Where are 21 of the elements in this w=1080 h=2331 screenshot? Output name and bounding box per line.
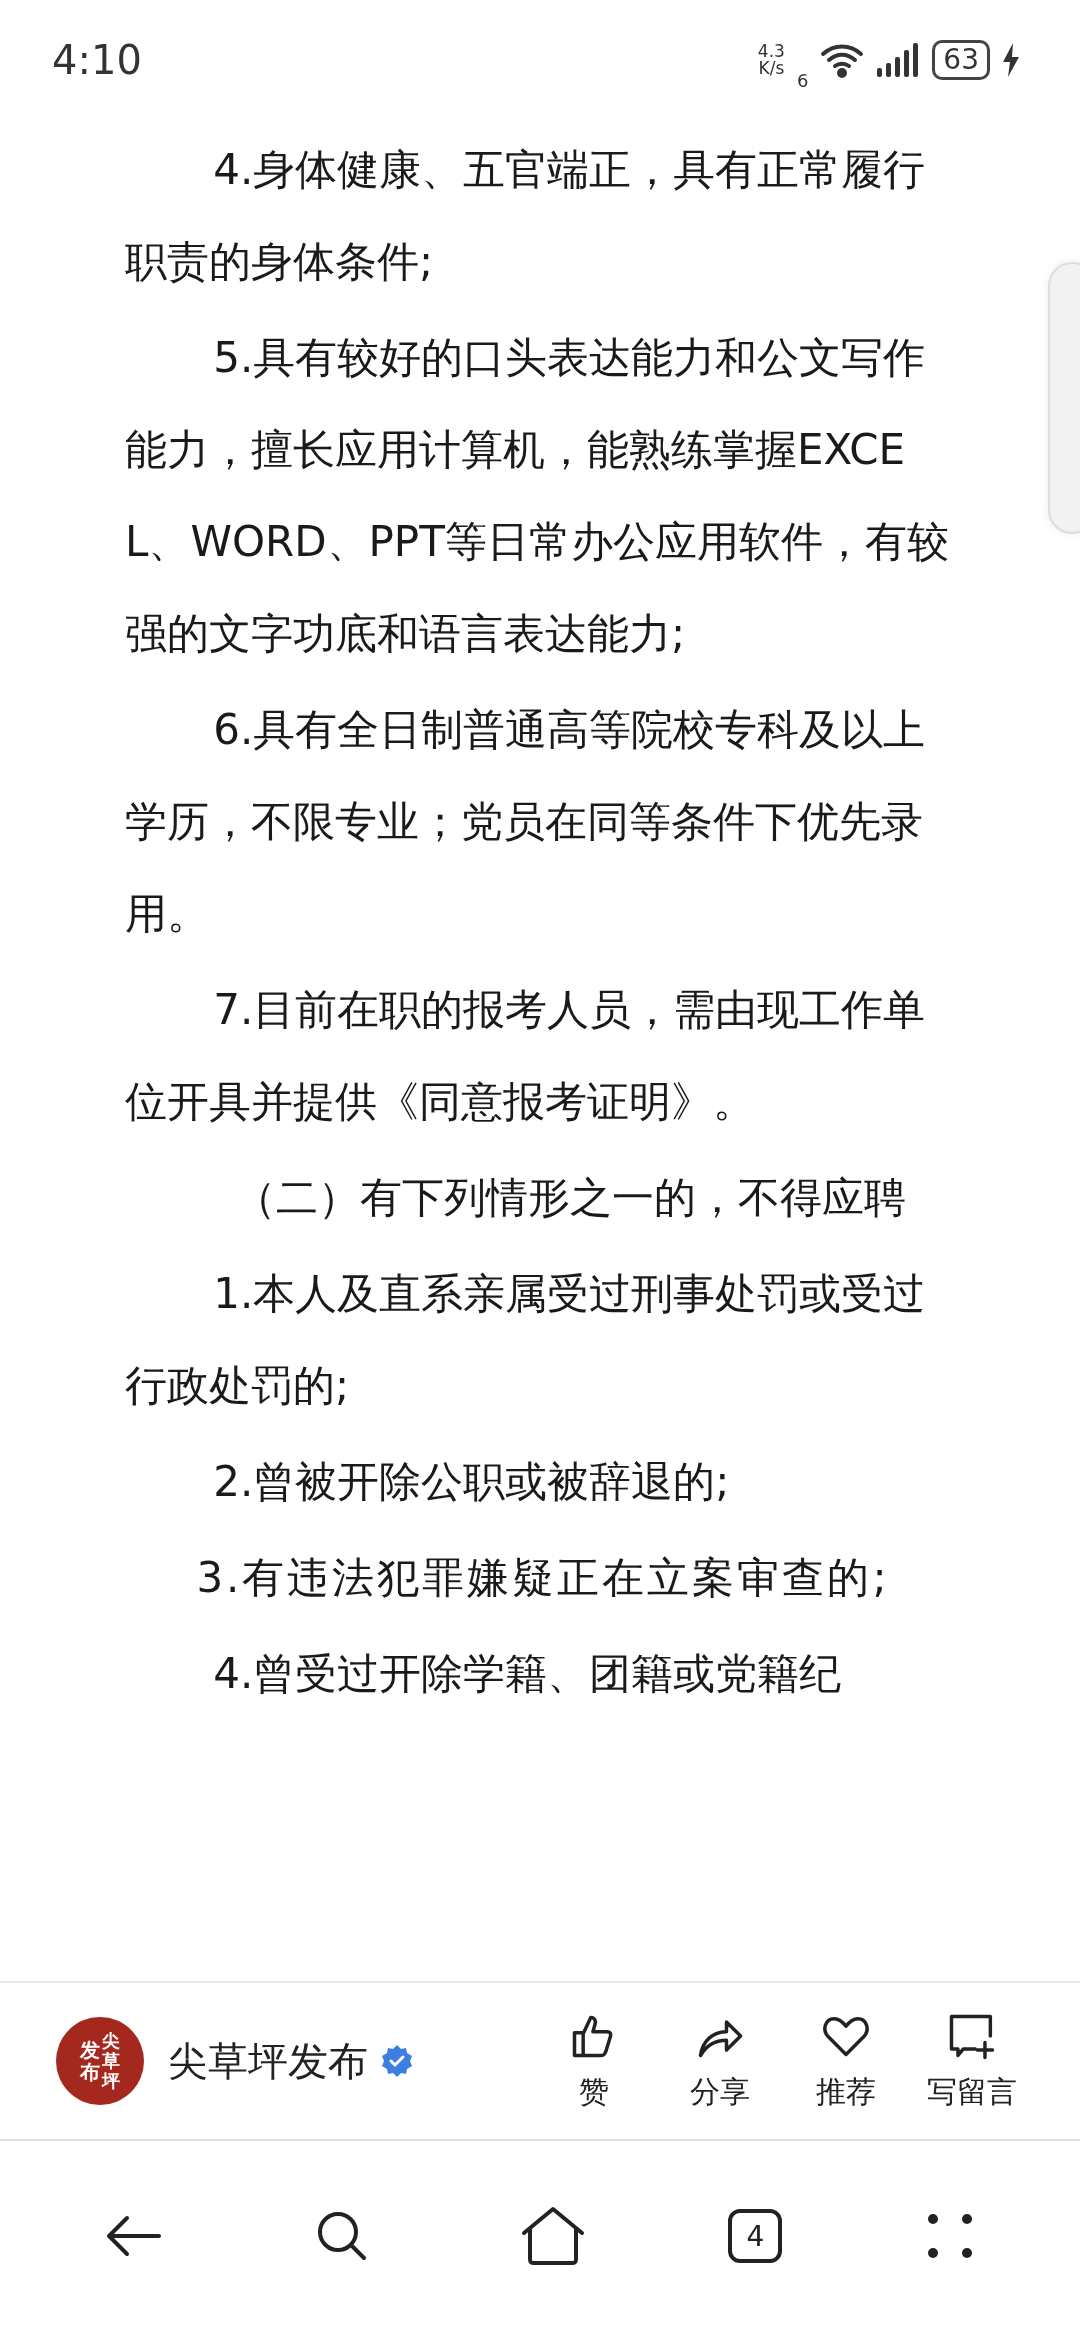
status-time: 4:10 [52, 37, 142, 83]
article-paragraph: 4.曾受过开除学籍、团籍或党籍纪 [212, 1648, 843, 1700]
share-button[interactable]: 分享 [668, 2009, 772, 2113]
article-paragraph: 7.目前在职的报考人员，需由现工作单位开具并提供《同意报考证明》。 [125, 984, 927, 1128]
recommend-button[interactable]: 推荐 [794, 2009, 898, 2113]
account-name[interactable]: 尖草坪发布 [168, 2033, 368, 2089]
tabs-button[interactable]: 4 [728, 2209, 783, 2263]
article-paragraph: 1.本人及直系亲属受过刑事处罚或受过行政处罚的; [125, 1268, 927, 1412]
article-paragraph: 6.具有全日制普通高等院校专科及以上学历，不限专业；党员在同等条件下优先录用。 [125, 704, 927, 940]
signal-icon [876, 42, 921, 78]
network-speed: 4.3 K/s [757, 43, 785, 77]
comment-button[interactable]: 写留言 [920, 2009, 1024, 2113]
article-paragraph: 2.曾被开除公职或被辞退的; [212, 1456, 731, 1508]
like-button[interactable]: 赞 [542, 2009, 646, 2113]
article-paragraph: 5.具有较好的口头表达能力和公文写作能力，擅长应用计算机，能熟练掌握EXCEL、WORD、PPT等日常办公应用软件，有较强的文字功底和语言表达能力; [125, 332, 950, 660]
wifi-icon [820, 42, 865, 78]
wifi-label: 6 [796, 69, 809, 91]
article-paragraph: （二）有下列情形之一的，不得应聘 [233, 1172, 908, 1224]
article-paragraph: 4.身体健康、五官端正，具有正常履行职责的身体条件; [125, 144, 927, 288]
article-paragraph: 3.有违法犯罪嫌疑正在立案审查的; [195, 1552, 891, 1604]
battery-level: 63 [932, 40, 990, 80]
